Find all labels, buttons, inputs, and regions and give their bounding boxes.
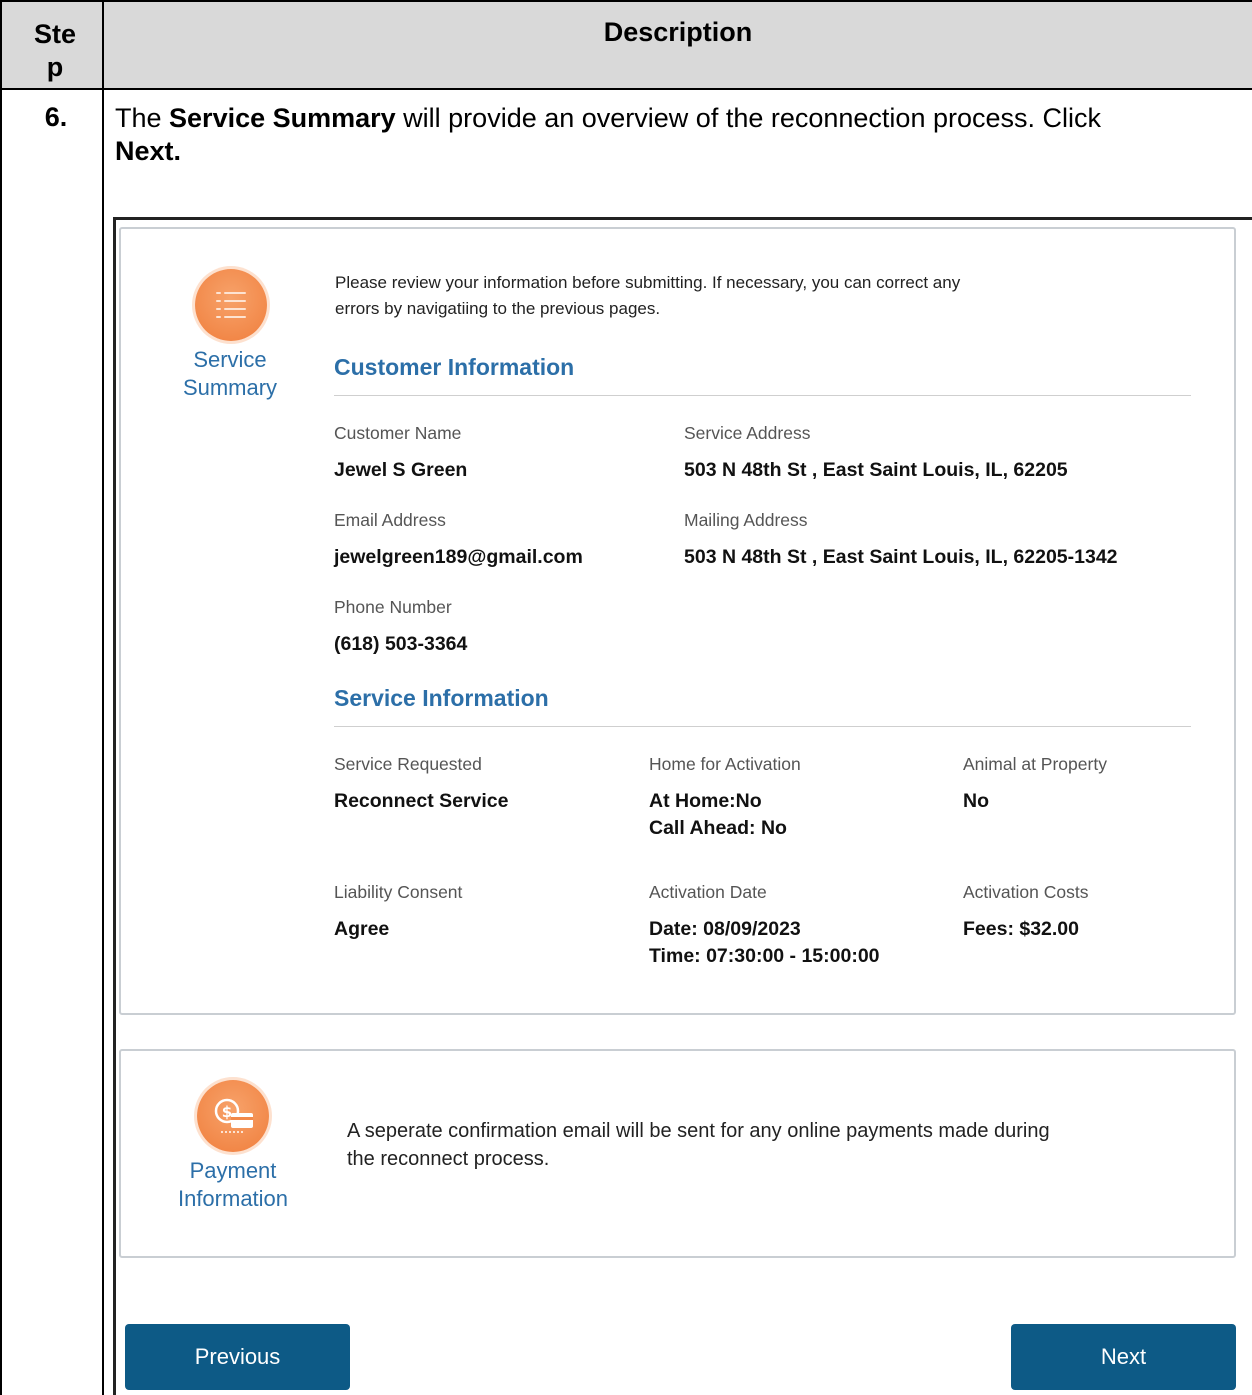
- header-step-text: Ste p: [33, 19, 77, 82]
- icon-label-line: Service: [193, 347, 267, 372]
- intro-line: Please review your information before su…: [335, 273, 961, 292]
- mailing-address-value: 503 N 48th St , East Saint Louis, IL, 62…: [684, 546, 1118, 568]
- activation-costs-value: Fees: $32.00: [963, 918, 1080, 940]
- icon-label-line: Payment: [189, 1158, 277, 1183]
- email-value: jewelgreen189@gmail.com: [334, 546, 583, 568]
- activation-date-line: Date: 08/09/2023: [649, 918, 801, 940]
- service-information-title: Service Information: [334, 685, 549, 711]
- mailing-address-label: Mailing Address: [684, 510, 808, 530]
- next-button[interactable]: Next: [1011, 1324, 1236, 1390]
- home-activation-line: At Home:No: [649, 790, 762, 812]
- phone-value: (618) 503-3364: [334, 633, 468, 655]
- phone-label: Phone Number: [334, 597, 452, 617]
- activation-date-value: Date: 08/09/2023 Time: 07:30:00 - 15:00:…: [649, 916, 880, 970]
- email-label: Email Address: [334, 510, 446, 530]
- service-summary-step-label: Service Summary: [160, 346, 300, 402]
- svg-text:$: $: [222, 1103, 232, 1121]
- service-requested-value: Reconnect Service: [334, 790, 509, 812]
- home-activation-label: Home for Activation: [649, 754, 801, 774]
- intro-text: Please review your information before su…: [335, 270, 1135, 322]
- activation-date-label: Activation Date: [649, 882, 767, 902]
- step-text-part: The: [115, 103, 170, 133]
- step-text-bold: Next.: [115, 136, 182, 166]
- icon-label-line: Information: [177, 1186, 289, 1211]
- home-activation-value: At Home:No Call Ahead: No: [649, 788, 787, 842]
- home-activation-line: Call Ahead: No: [649, 817, 787, 839]
- liability-value: Agree: [334, 918, 390, 940]
- step-instruction: The Service Summary will provide an over…: [115, 102, 1225, 168]
- service-address-value: 503 N 48th St , East Saint Louis, IL, 62…: [684, 459, 1068, 481]
- payment-notice-line: the reconnect process.: [347, 1148, 550, 1170]
- table-column-divider: [102, 0, 104, 1395]
- step-text-part: will provide an overview of the reconnec…: [395, 103, 1101, 133]
- animal-label: Animal at Property: [963, 754, 1107, 774]
- previous-button[interactable]: Previous: [125, 1324, 350, 1390]
- intro-line: errors by navigatiing to the previous pa…: [335, 299, 661, 318]
- table-border-top: [0, 0, 1252, 2]
- payment-information-step-label: Payment Information: [158, 1157, 308, 1213]
- step-text-bold: Service Summary: [169, 103, 396, 133]
- payment-notice-line: A seperate confirmation email will be se…: [347, 1120, 1050, 1142]
- header-description: Description: [603, 17, 753, 47]
- payment-card-icon: $: [197, 1080, 269, 1152]
- table-header-divider: [0, 88, 1252, 90]
- list-icon: [195, 269, 267, 341]
- icon-label-line: Summary: [182, 375, 278, 400]
- service-requested-label: Service Requested: [334, 754, 482, 774]
- service-address-label: Service Address: [684, 423, 811, 443]
- customer-name-label: Customer Name: [334, 423, 462, 443]
- table-border-left: [0, 0, 2, 1395]
- header-step: Ste p: [30, 18, 80, 84]
- customer-name-value: Jewel S Green: [334, 459, 468, 481]
- animal-value: No: [963, 790, 989, 812]
- payment-notice-text: A seperate confirmation email will be se…: [347, 1117, 1127, 1173]
- customer-information-title: Customer Information: [334, 354, 575, 380]
- section-divider: [334, 395, 1191, 396]
- activation-time-line: Time: 07:30:00 - 15:00:00: [649, 945, 880, 967]
- activation-costs-label: Activation Costs: [963, 882, 1089, 902]
- section-divider: [334, 726, 1191, 727]
- step-number: 6.: [44, 102, 68, 132]
- liability-label: Liability Consent: [334, 882, 463, 902]
